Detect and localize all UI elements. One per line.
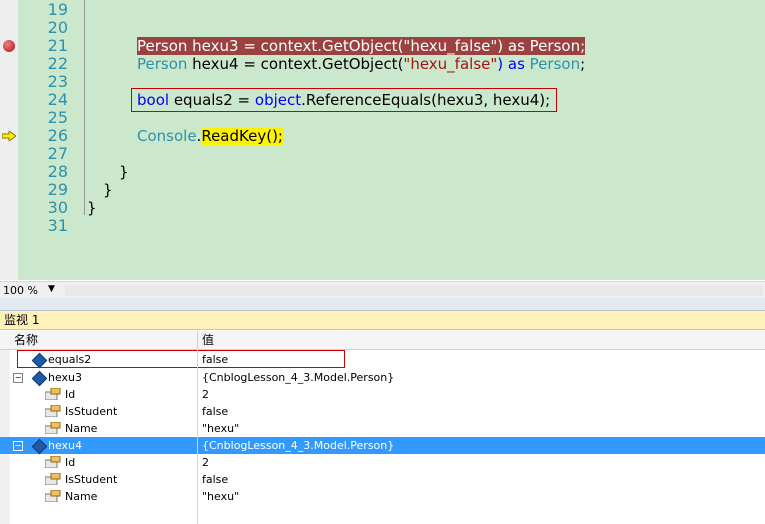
property-icon <box>45 422 61 434</box>
code-token: Person <box>137 37 188 55</box>
code-token: hexu3 = context.GetObject( <box>187 37 404 55</box>
watch-row-selected[interactable]: − hexu4 {CnblogLesson_4_3.Model.Person} <box>0 437 765 455</box>
watch-row-value[interactable]: {CnblogLesson_4_3.Model.Person} <box>202 369 394 386</box>
current-statement-arrow-icon <box>2 131 16 141</box>
watch-window-title: 监视 1 <box>0 311 765 330</box>
breakpoint-icon[interactable] <box>3 40 15 52</box>
watch-row-name: hexu4 <box>48 439 83 452</box>
panel-splitter[interactable] <box>0 298 765 311</box>
code-line-29[interactable]: } <box>103 181 113 199</box>
zoom-level[interactable]: 100 % <box>3 284 38 297</box>
code-token: bool <box>137 91 170 109</box>
property-icon <box>45 456 61 468</box>
code-token: "hexu_false" <box>403 55 498 73</box>
column-header-name[interactable]: 名称 <box>14 331 38 349</box>
code-token: "hexu_false" <box>403 37 498 55</box>
outline-guide <box>84 0 85 215</box>
editor-status-bar: 100 % ▼ <box>0 281 765 299</box>
watch-row[interactable]: Name "hexu" <box>0 420 765 437</box>
code-line-28[interactable]: } <box>119 163 129 181</box>
watch-row-name: Id <box>65 456 76 469</box>
watch-row-name: IsStudent <box>65 405 118 418</box>
watch-row[interactable]: Id 2 <box>0 386 765 403</box>
watch-row-value[interactable]: 2 <box>202 454 209 471</box>
code-token: equals2 = <box>169 91 255 109</box>
collapse-icon[interactable]: − <box>13 441 23 451</box>
line-number: 27 <box>47 144 68 163</box>
watch-row[interactable]: IsStudent false <box>0 471 765 488</box>
code-token: ; <box>580 37 586 55</box>
line-number: 22 <box>47 54 68 73</box>
watch-row-name: hexu3 <box>48 371 83 384</box>
line-number: 26 <box>47 126 68 145</box>
line-number: 29 <box>47 180 68 199</box>
watch-row-empty[interactable] <box>0 505 765 522</box>
property-icon <box>45 405 61 417</box>
code-token: hexu4 = context.GetObject( <box>187 55 404 73</box>
line-number: 31 <box>47 216 68 235</box>
watch-row-name: Name <box>65 422 98 435</box>
highlight-box <box>17 350 345 368</box>
code-token: Person <box>529 55 581 73</box>
code-line-24[interactable]: bool equals2 = object.ReferenceEquals(he… <box>137 91 550 109</box>
property-icon <box>45 490 61 502</box>
watch-row-value[interactable]: {CnblogLesson_4_3.Model.Person} <box>202 437 394 454</box>
column-header-value[interactable]: 值 <box>202 331 214 349</box>
watch-row-value[interactable]: "hexu" <box>202 420 239 437</box>
watch-row[interactable]: Id 2 <box>0 454 765 471</box>
field-icon <box>31 438 48 455</box>
code-line-22[interactable]: Person hexu4 = context.GetObject("hexu_f… <box>137 55 585 73</box>
current-statement: ReadKey(); <box>201 127 283 145</box>
code-token: .ReferenceEquals(hexu3, hexu4); <box>301 91 551 109</box>
code-token: object <box>254 91 302 109</box>
watch-row-name: IsStudent <box>65 473 118 486</box>
watch-row[interactable]: − hexu3 {CnblogLesson_4_3.Model.Person} <box>0 369 765 387</box>
line-number: 28 <box>47 162 68 181</box>
watch-row-name: Id <box>65 388 76 401</box>
column-divider[interactable] <box>197 331 198 349</box>
field-icon <box>31 370 48 387</box>
code-token: Person <box>529 37 581 55</box>
watch-row-value[interactable]: false <box>202 403 228 420</box>
watch-row-value[interactable]: 2 <box>202 386 209 403</box>
watch-row-value[interactable]: false <box>202 471 228 488</box>
horizontal-scrollbar[interactable] <box>65 285 763 296</box>
watch-row-name: Name <box>65 490 98 503</box>
code-token: Console <box>137 127 197 145</box>
code-line-30[interactable]: } <box>87 199 97 217</box>
line-number: 25 <box>47 108 68 127</box>
code-token: ) as <box>497 37 530 55</box>
watch-row[interactable]: IsStudent false <box>0 403 765 420</box>
line-number: 21 <box>47 36 68 55</box>
property-icon <box>45 473 61 485</box>
column-divider <box>197 350 198 524</box>
property-icon <box>45 388 61 400</box>
code-token: ) as <box>497 55 530 73</box>
code-line-26[interactable]: Console.ReadKey(); <box>137 127 283 145</box>
line-number: 30 <box>47 198 68 217</box>
code-line-21[interactable]: Person hexu3 = context.GetObject("hexu_f… <box>137 37 586 55</box>
code-editor[interactable]: 19 20 21 22 23 24 25 26 27 28 29 30 31 P… <box>0 0 765 280</box>
line-number: 20 <box>47 18 68 37</box>
code-token: Person <box>137 55 188 73</box>
watch-row-value[interactable]: "hexu" <box>202 488 239 505</box>
watch-row[interactable]: Name "hexu" <box>0 488 765 505</box>
collapse-icon[interactable]: − <box>13 373 23 383</box>
code-token: ; <box>580 55 586 73</box>
zoom-dropdown-icon[interactable]: ▼ <box>48 284 55 294</box>
line-number: 23 <box>47 72 68 91</box>
watch-header: 名称 值 <box>0 331 765 350</box>
line-number: 19 <box>47 0 68 19</box>
line-number: 24 <box>47 90 68 109</box>
